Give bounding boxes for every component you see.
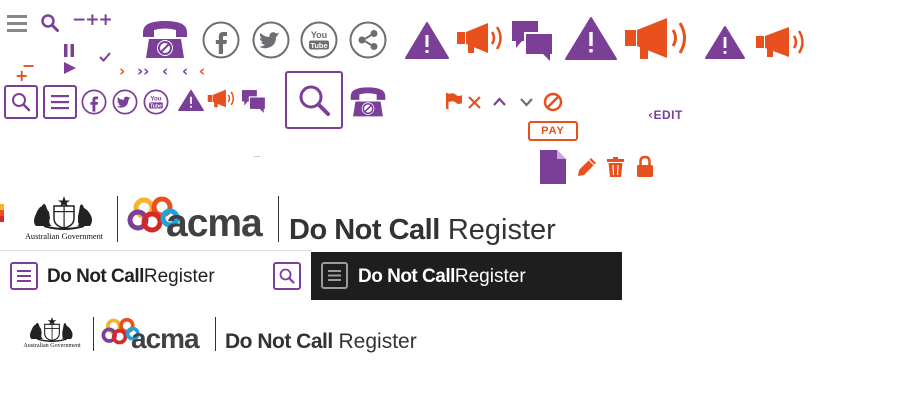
warning-icon <box>565 16 617 60</box>
dnc-bold: Do Not Call <box>47 266 144 287</box>
flag-icon <box>446 93 462 109</box>
search-icon <box>12 93 31 112</box>
menu-icon <box>17 270 31 282</box>
dnc-regular: Register <box>143 266 215 287</box>
twitter-icon[interactable] <box>252 21 290 59</box>
youtube-icon[interactable]: You Tube <box>300 21 338 59</box>
dnc-wordmark: Do Not CallRegister <box>358 267 526 286</box>
warning-icon <box>178 89 204 111</box>
edit-link[interactable]: ‹EDIT <box>648 108 683 122</box>
divider <box>93 317 94 351</box>
acma-wordmark: acma <box>166 202 263 245</box>
search-icon <box>279 268 295 284</box>
megaphone-icon <box>207 89 239 109</box>
divider <box>0 250 312 251</box>
youtube-you-label: You <box>150 96 161 103</box>
youtube-tube-label: Tube <box>150 103 162 109</box>
divider <box>117 196 118 242</box>
facebook-icon[interactable] <box>202 21 240 59</box>
youtube-tube-label: Tube <box>310 41 327 50</box>
chevron-left-icon: ‹ <box>162 62 169 80</box>
edit-label: EDIT <box>653 108 683 122</box>
government-crest-logo: Australian Government <box>18 196 110 241</box>
chevron-down-icon[interactable] <box>520 98 533 107</box>
coat-of-arms-icon <box>29 317 73 342</box>
chat-icon <box>512 21 554 61</box>
dnc-wordmark: Do Not Call Register <box>289 216 556 245</box>
pay-button[interactable]: PAY <box>528 121 578 141</box>
search-icon[interactable] <box>41 14 59 32</box>
dnc-bold: Do Not Call <box>358 266 455 287</box>
lock-icon <box>637 155 653 177</box>
dnc-wordmark: Do Not Call Register <box>225 331 417 352</box>
plus-icon: + <box>15 66 29 85</box>
megaphone-icon <box>756 26 812 60</box>
search-button[interactable] <box>285 71 343 129</box>
chat-icon <box>242 90 266 113</box>
megaphone-icon <box>625 16 697 62</box>
dnc-bold: Do Not Call <box>225 330 333 353</box>
acma-logo-fragment <box>0 198 4 228</box>
divider <box>254 156 260 157</box>
gov-caption: Australian Government <box>23 343 81 349</box>
divider <box>215 317 216 351</box>
menu-icon[interactable] <box>7 14 27 32</box>
zoom-controls-icon: −++ <box>72 10 113 30</box>
divider <box>278 196 279 242</box>
menu-button[interactable] <box>43 85 77 119</box>
chevron-up-icon[interactable] <box>493 97 506 106</box>
menu-icon <box>51 95 69 110</box>
block-icon <box>543 92 563 112</box>
menu-icon <box>328 270 341 281</box>
chevron-left-icon: ‹ <box>182 62 189 80</box>
do-not-call-phone-icon <box>349 85 387 118</box>
document-icon <box>540 150 566 184</box>
youtube-icon[interactable]: You Tube <box>143 89 169 115</box>
chevron-left-icon: ‹ <box>199 62 206 80</box>
megaphone-icon <box>457 22 509 56</box>
chevron-right-icon: › <box>119 62 126 80</box>
youtube-you-label: You <box>311 30 327 40</box>
search-button[interactable] <box>273 262 301 290</box>
facebook-icon[interactable] <box>81 89 107 115</box>
search-button[interactable] <box>4 85 38 119</box>
do-not-call-phone-icon <box>141 18 189 60</box>
dnc-bold: Do Not Call <box>289 214 440 246</box>
menu-button[interactable] <box>321 262 348 289</box>
warning-icon <box>405 21 449 59</box>
twitter-icon[interactable] <box>112 89 138 115</box>
gov-caption: Australian Government <box>24 232 104 241</box>
acma-wordmark: acma <box>131 323 200 354</box>
pencil-icon[interactable] <box>577 157 597 177</box>
dnc-regular: Register <box>454 266 526 287</box>
warning-icon <box>705 25 745 59</box>
dnc-wordmark: Do Not CallRegister <box>47 267 215 286</box>
menu-button[interactable] <box>10 262 38 290</box>
play-icon[interactable] <box>64 62 76 74</box>
search-icon <box>299 85 330 116</box>
share-icon[interactable] <box>349 21 387 59</box>
check-icon <box>99 52 111 62</box>
dark-header-bar: Do Not CallRegister <box>311 252 622 300</box>
coat-of-arms-icon <box>34 196 92 230</box>
pause-icon[interactable] <box>63 44 75 57</box>
dnc-regular: Register <box>338 330 417 353</box>
close-icon[interactable] <box>468 96 481 109</box>
government-crest-logo: Australian Government <box>18 317 86 349</box>
dnc-regular: Register <box>447 214 556 246</box>
bin-icon[interactable] <box>607 157 624 177</box>
double-chevron-right-icon: ›› <box>137 62 150 80</box>
